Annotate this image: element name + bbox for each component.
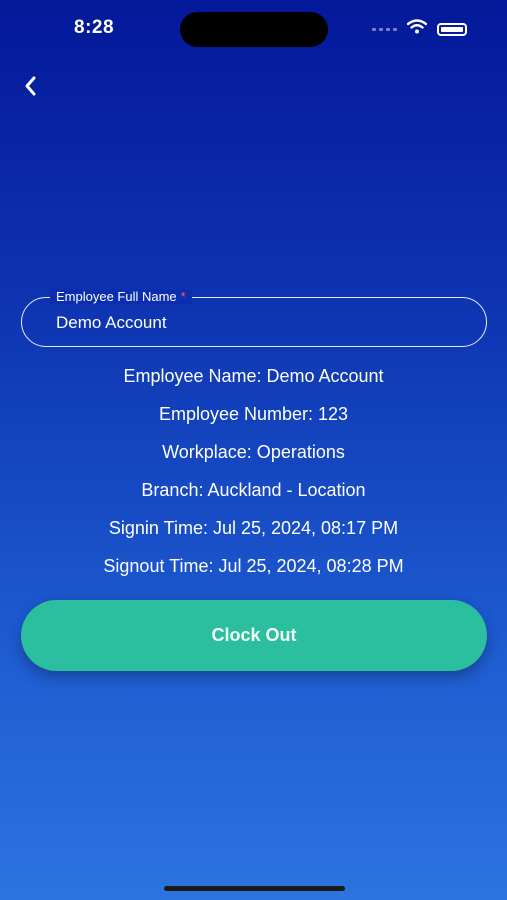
employee-full-name-input[interactable]: Demo Account xyxy=(56,313,167,333)
employee-info: Employee Name: Demo Account Employee Num… xyxy=(0,363,507,591)
battery-icon xyxy=(437,22,467,36)
status-icons xyxy=(372,19,467,39)
employee-number-text: Employee Number: 123 xyxy=(158,404,349,424)
signin-time-text: Signin Time: Jul 25, 2024, 08:17 PM xyxy=(108,518,399,538)
required-marker: * xyxy=(180,289,186,304)
employee-full-name-field[interactable]: Employee Full Name * Demo Account xyxy=(21,289,487,347)
signout-time-text: Signout Time: Jul 25, 2024, 08:28 PM xyxy=(103,556,404,576)
status-time: 8:28 xyxy=(74,17,115,38)
wifi-icon xyxy=(406,19,428,39)
employee-full-name-label: Employee Full Name * xyxy=(50,289,192,304)
back-button[interactable] xyxy=(14,70,46,102)
status-bar: 8:28 xyxy=(0,0,507,60)
dynamic-island xyxy=(180,12,328,47)
clock-out-button[interactable]: Clock Out xyxy=(21,600,487,671)
home-indicator xyxy=(164,886,345,891)
chevron-left-icon xyxy=(25,76,36,96)
workplace-text: Workplace: Operations xyxy=(162,442,345,462)
signal-icon xyxy=(372,27,397,31)
employee-name-text: Employee Name: Demo Account xyxy=(123,366,384,386)
branch-text: Branch: Auckland - Location xyxy=(141,480,366,500)
